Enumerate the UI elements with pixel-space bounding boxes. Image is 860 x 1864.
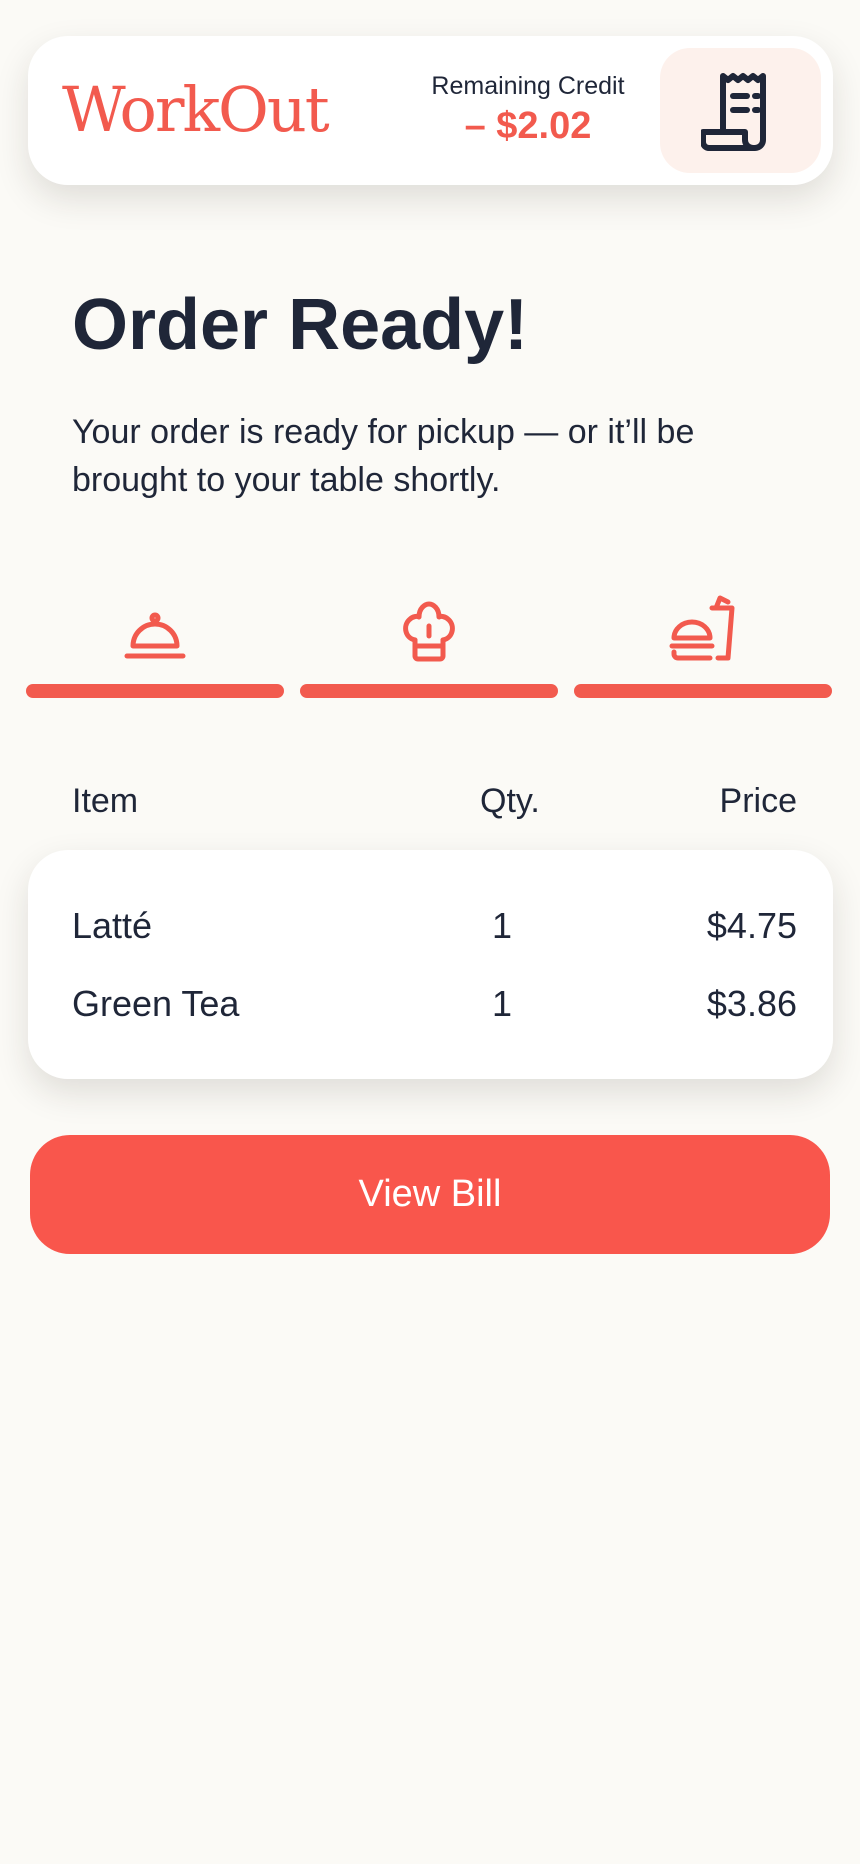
table-header: Item Qty. Price bbox=[72, 776, 797, 826]
view-bill-button[interactable]: View Bill bbox=[30, 1135, 830, 1254]
column-header-price: Price bbox=[719, 782, 797, 820]
item-name: Latté bbox=[72, 905, 153, 946]
item-price: $4.75 bbox=[706, 905, 797, 946]
order-items-card: Latté 1 $4.75 Green Tea 1 $3.86 bbox=[28, 850, 833, 1079]
column-header-item: Item bbox=[72, 782, 139, 820]
column-header-qty: Qty. bbox=[480, 782, 540, 820]
table-row: Latté 1 $4.75 bbox=[72, 898, 797, 954]
progress-step-ready bbox=[574, 590, 832, 698]
progress-bar-ready bbox=[574, 684, 832, 698]
table-row: Green Tea 1 $3.86 bbox=[72, 976, 797, 1032]
food-drink-icon bbox=[669, 595, 735, 661]
progress-step-received bbox=[26, 590, 284, 698]
header-card: WorkOut Remaining Credit – $2.02 bbox=[28, 36, 833, 185]
receipt-icon bbox=[700, 72, 766, 151]
progress-bar-received bbox=[26, 684, 284, 698]
receipt-button[interactable] bbox=[660, 48, 821, 173]
credit-value: – $2.02 bbox=[464, 105, 592, 147]
chef-hat-icon bbox=[403, 601, 455, 662]
item-name: Green Tea bbox=[72, 983, 240, 1024]
item-price: $3.86 bbox=[706, 983, 797, 1024]
progress-step-preparing bbox=[300, 590, 558, 698]
order-status-message: Your order is ready for pickup — or it’l… bbox=[72, 413, 695, 499]
app-logo: WorkOut bbox=[62, 73, 330, 146]
cloche-icon bbox=[124, 612, 186, 659]
item-qty: 1 bbox=[491, 905, 513, 946]
page-title: Order Ready! bbox=[72, 285, 529, 365]
progress-bar-preparing bbox=[300, 684, 558, 698]
item-qty: 1 bbox=[491, 983, 513, 1024]
remaining-credit: Remaining Credit – $2.02 bbox=[368, 70, 688, 150]
credit-label: Remaining Credit bbox=[431, 72, 625, 100]
